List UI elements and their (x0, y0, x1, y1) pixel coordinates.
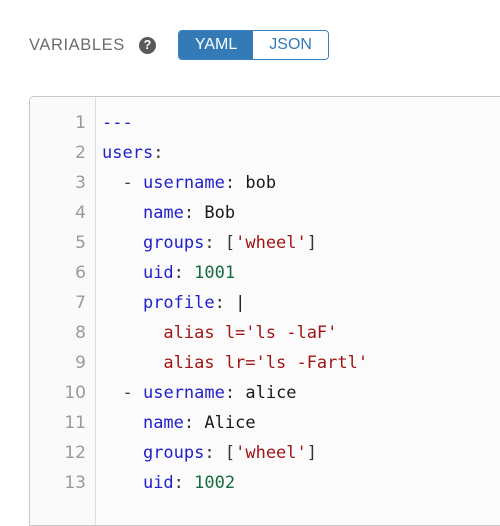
code-token: : (214, 293, 236, 313)
variables-code-editor[interactable]: 1 2 3 4 5 6 7 8 9 10 11 12 13 --- users: - username: … (29, 96, 500, 526)
code-token: uid (142, 263, 174, 283)
code-line[interactable]: name: Bob (102, 198, 500, 228)
tab-yaml[interactable]: YAML (178, 31, 254, 59)
code-line[interactable]: uid: 1001 (102, 258, 500, 288)
code-token: - (122, 383, 133, 403)
code-token: : (173, 473, 195, 493)
code-token: : (224, 173, 246, 193)
line-number: 13 (64, 473, 86, 493)
code-token: users (102, 143, 154, 163)
code-token: username (142, 173, 225, 193)
variables-header: VARIABLES ? YAML JSON (29, 28, 329, 62)
code-token: alias l='ls -laF' (102, 323, 338, 343)
code-line[interactable]: groups: ['wheel'] (102, 228, 500, 258)
code-token: - (122, 173, 133, 193)
code-line[interactable]: --- (102, 108, 500, 138)
line-number: 10 (64, 383, 86, 403)
code-line[interactable]: alias lr='ls -Fartl' (102, 348, 500, 378)
line-number: 9 (75, 353, 86, 373)
line-number: 1 (75, 113, 86, 133)
code-line[interactable]: groups: ['wheel'] (102, 438, 500, 468)
code-token: alias lr='ls -Fartl' (102, 353, 369, 373)
code-token: 1001 (194, 263, 236, 283)
line-number: 8 (75, 323, 86, 343)
code-token: --- (102, 113, 133, 133)
code-token: profile (142, 293, 215, 313)
code-token: [ (224, 233, 236, 253)
code-token: ] (306, 233, 318, 253)
line-number: 3 (75, 173, 86, 193)
code-token: : (204, 233, 225, 253)
code-token: groups (142, 443, 205, 463)
format-toggle-group: YAML JSON (177, 30, 329, 60)
code-token: Alice (204, 413, 256, 433)
code-token: : (224, 383, 246, 403)
question-mark-circle-icon[interactable]: ? (138, 36, 156, 54)
code-token: 'wheel' (235, 443, 307, 463)
code-token: Bob (204, 203, 236, 223)
page-title: VARIABLES (29, 35, 125, 54)
code-token: : (204, 443, 225, 463)
code-line[interactable]: profile: | (102, 288, 500, 318)
line-number: 2 (75, 143, 86, 163)
code-line[interactable]: users: (102, 138, 500, 168)
code-content-area[interactable]: --- users: - username: bob name: Bob grou… (96, 97, 500, 525)
tab-json[interactable]: JSON (253, 31, 328, 59)
variables-panel: VARIABLES ? YAML JSON 1 2 3 4 5 6 7 8 9 10 11 12 13 … (0, 0, 500, 526)
code-token: 1002 (194, 473, 236, 493)
code-line[interactable]: alias l='ls -laF' (102, 318, 500, 348)
code-token: uid (142, 473, 174, 493)
code-token: : (173, 263, 195, 283)
code-token: ] (306, 443, 318, 463)
line-number: 11 (64, 413, 86, 433)
line-number-gutter: 1 2 3 4 5 6 7 8 9 10 11 12 13 (30, 97, 96, 525)
code-token: name (142, 413, 184, 433)
code-token: groups (142, 233, 205, 253)
line-number: 7 (75, 293, 86, 313)
code-token: alice (245, 383, 297, 403)
code-line[interactable]: uid: 1002 (102, 468, 500, 498)
code-token: username (142, 383, 225, 403)
line-number: 12 (64, 443, 86, 463)
code-token: : (183, 413, 205, 433)
code-token: 'wheel' (235, 233, 307, 253)
line-number: 4 (75, 203, 86, 223)
code-token: : (153, 143, 164, 163)
code-token: : (183, 203, 205, 223)
code-line[interactable]: - username: bob (102, 168, 500, 198)
code-line[interactable]: name: Alice (102, 408, 500, 438)
line-number: 5 (75, 233, 86, 253)
code-token: name (142, 203, 184, 223)
code-line[interactable]: - username: alice (102, 378, 500, 408)
code-token: [ (224, 443, 236, 463)
line-number: 6 (75, 263, 86, 283)
code-token: bob (245, 173, 277, 193)
code-token: | (235, 293, 246, 313)
